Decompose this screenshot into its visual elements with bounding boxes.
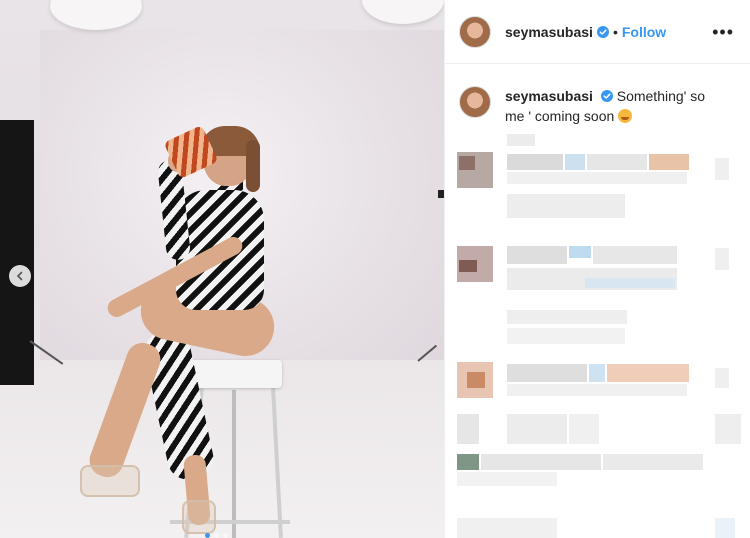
follow-button[interactable]: Follow — [622, 24, 666, 40]
softbox — [0, 120, 34, 385]
avatar[interactable] — [459, 15, 491, 48]
carousel-dot[interactable] — [223, 533, 228, 538]
studio-light — [50, 0, 142, 30]
more-options-icon[interactable]: ••• — [712, 23, 734, 41]
carousel-prev-button[interactable] — [9, 265, 31, 287]
caption-text: seymasubasi Something' so me ' coming so… — [505, 86, 725, 126]
avatar[interactable] — [459, 86, 491, 118]
clear-heel — [80, 465, 140, 497]
carousel-dot[interactable] — [205, 533, 210, 538]
post-sidebar: seymasubasi • Follow ••• seymasubasi Som… — [444, 0, 750, 538]
carousel-dot[interactable] — [214, 533, 219, 538]
verified-badge-icon — [596, 25, 609, 38]
post-header: seymasubasi • Follow ••• — [445, 0, 750, 64]
smiling-hearts-emoji-icon — [618, 109, 633, 123]
caption-username[interactable]: seymasubasi — [505, 88, 593, 104]
stool-leg — [232, 390, 236, 538]
carousel-dots — [205, 533, 228, 538]
verified-badge-icon — [600, 90, 613, 102]
chevron-left-icon — [16, 271, 23, 281]
pixelated-comments — [445, 128, 750, 538]
hair — [246, 140, 260, 192]
clear-heel — [182, 500, 216, 534]
post-photo[interactable] — [0, 0, 444, 538]
separator-dot: • — [612, 23, 618, 40]
header-username[interactable]: seymasubasi — [505, 24, 593, 40]
post-caption: seymasubasi Something' so me ' coming so… — [445, 64, 750, 126]
studio-light — [362, 0, 444, 24]
